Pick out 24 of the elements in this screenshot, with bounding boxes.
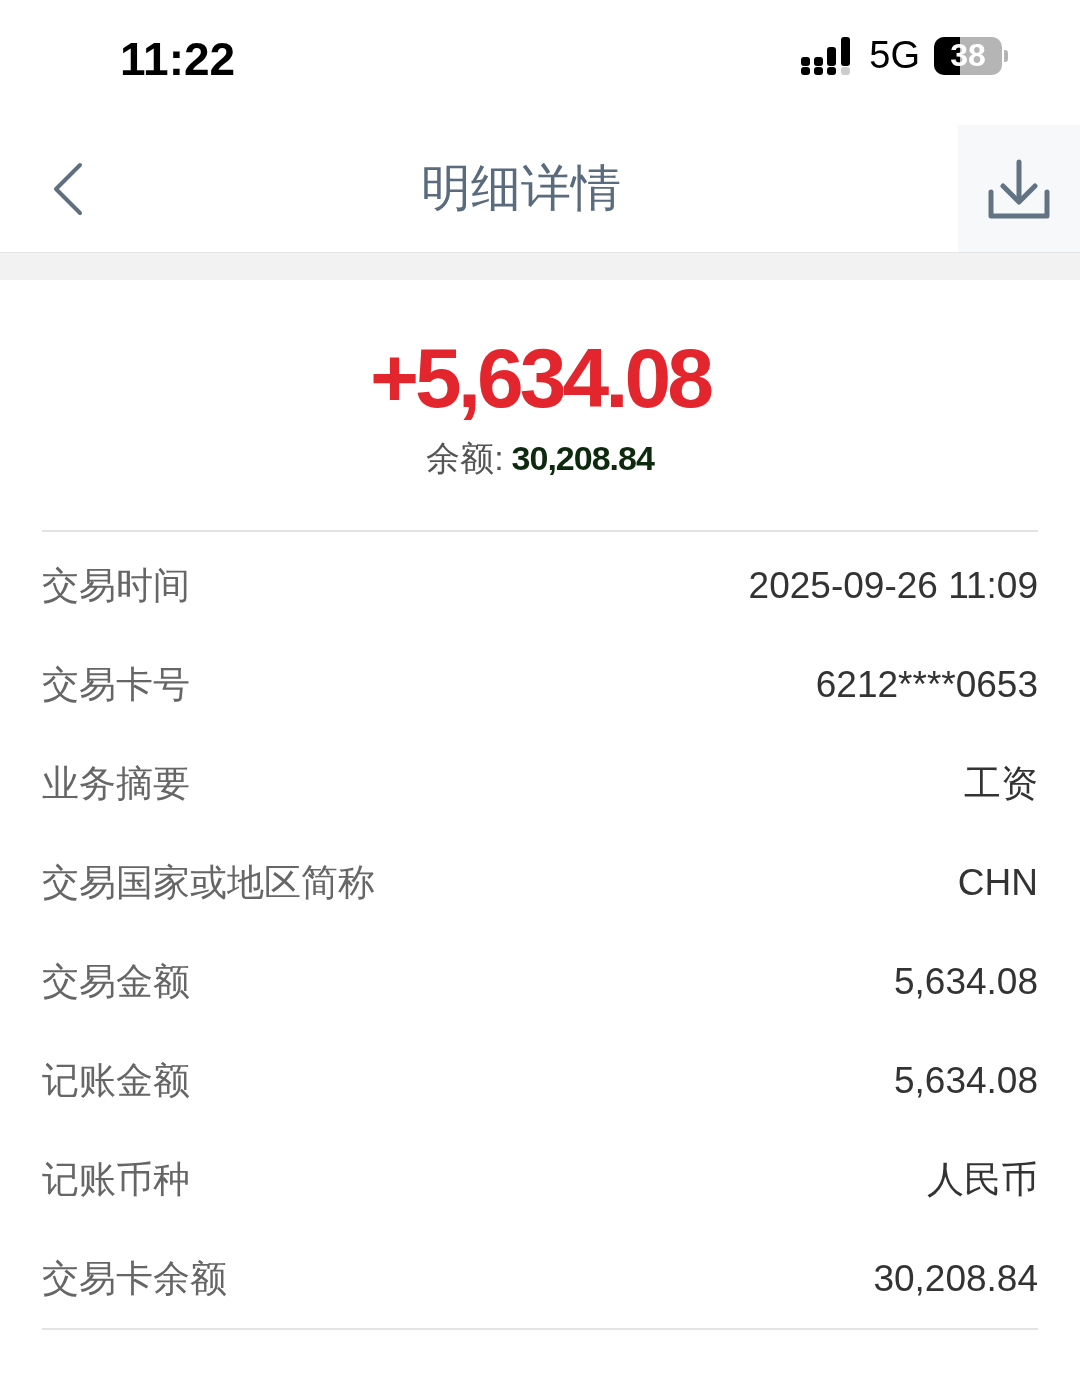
field-label: 交易时间	[42, 563, 190, 608]
field-label: 记账金额	[42, 1058, 190, 1103]
field-value: 6212****0653	[815, 663, 1038, 706]
download-button[interactable]	[958, 125, 1080, 252]
field-label: 交易国家或地区简称	[42, 860, 375, 905]
download-icon	[987, 157, 1051, 220]
field-value: 2025-09-26 11:09	[748, 564, 1038, 607]
field-label: 记账币种	[42, 1157, 190, 1202]
field-value: 5,634.08	[893, 960, 1038, 1003]
amount-text: +5,634.08	[370, 330, 710, 426]
field-value: CHN	[957, 861, 1038, 904]
field-value: 30,208.84	[873, 1257, 1038, 1300]
balance-label: 余额:	[426, 438, 504, 479]
field-label: 业务摘要	[42, 761, 190, 806]
network-label: 5G	[869, 34, 920, 77]
field-value: 5,634.08	[893, 1059, 1038, 1102]
field-label: 交易卡余额	[42, 1256, 227, 1301]
field-label: 交易卡号	[42, 662, 190, 707]
field-value: 人民币	[927, 1157, 1038, 1202]
balance-value: 30,208.84	[511, 439, 654, 478]
field-label: 交易金额	[42, 959, 190, 1004]
field-value: 工资	[964, 761, 1038, 806]
page-title: 明细详情	[421, 159, 621, 218]
status-time: 11:22	[120, 31, 236, 86]
